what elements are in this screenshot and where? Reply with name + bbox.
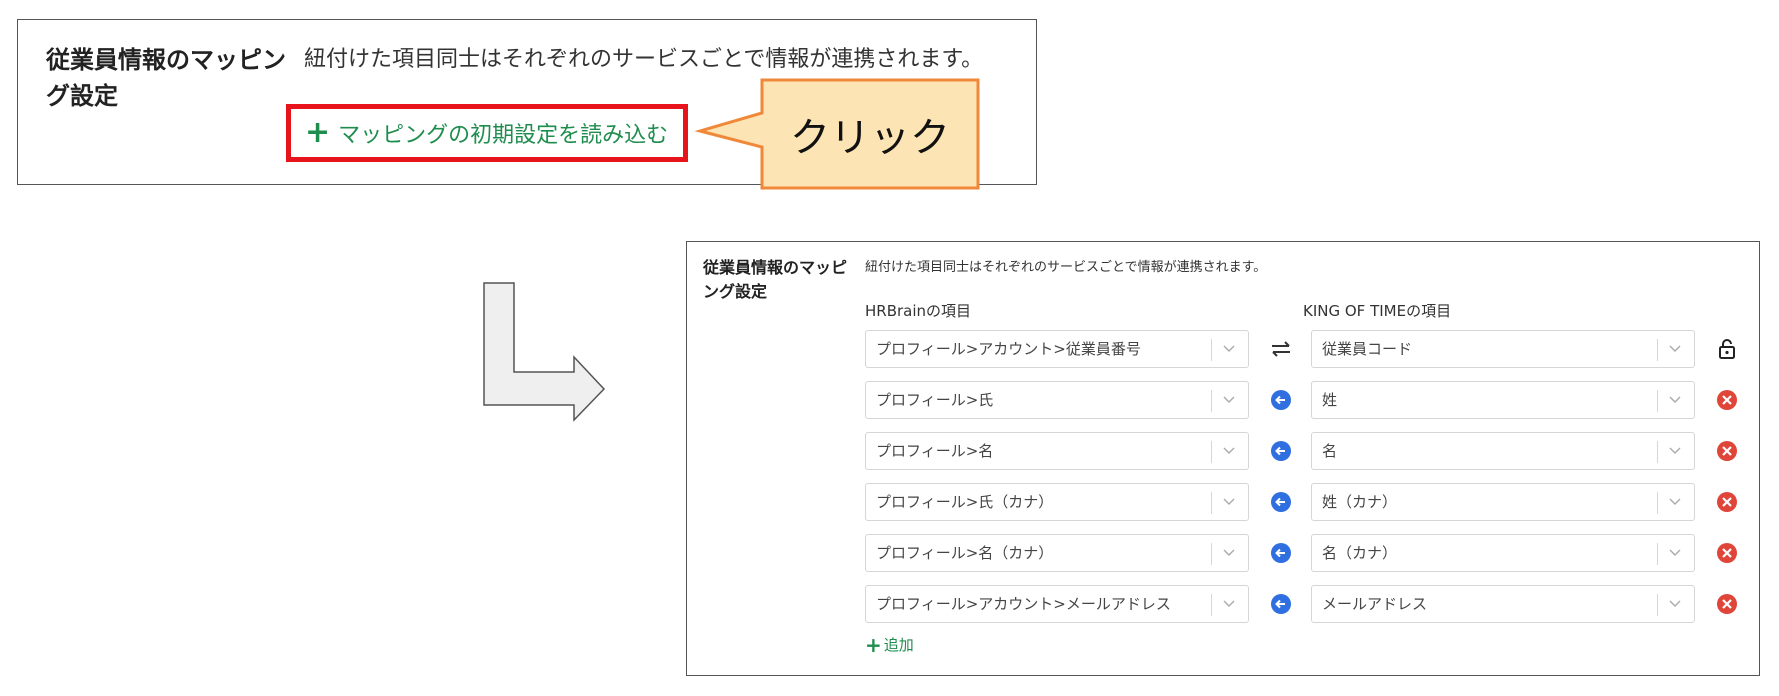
mapping-row: プロフィール>氏 姓 <box>865 381 1745 419</box>
remove-circle-icon[interactable] <box>1713 381 1741 419</box>
chevron-down-icon <box>1220 535 1238 571</box>
arrow-left-circle-icon[interactable] <box>1267 534 1295 572</box>
mapping-settings-panel-bottom: 従業員情報のマッピング設定 紐付けた項目同士はそれぞれのサービスごとで情報が連携… <box>686 241 1760 676</box>
callout-text: クリック <box>790 115 950 161</box>
chevron-down-icon <box>1666 535 1684 571</box>
add-mapping-label: 追加 <box>883 636 914 654</box>
hrbrain-field-select[interactable]: プロフィール>氏 <box>865 381 1249 419</box>
kingoftime-field-select[interactable]: 姓 <box>1311 381 1695 419</box>
chevron-down-icon <box>1666 382 1684 418</box>
mapping-row: プロフィール>アカウント>従業員番号 従業員コード <box>865 330 1745 368</box>
section-title: 従業員情報のマッピング設定 <box>46 46 286 110</box>
hrbrain-field-value: プロフィール>アカウント>従業員番号 <box>876 340 1141 358</box>
lock-icon <box>1713 330 1741 368</box>
kingoftime-field-value: 姓 <box>1322 391 1338 409</box>
section-description: 紐付けた項目同士はそれぞれのサービスごとで情報が連携されます。 <box>304 47 984 72</box>
plus-icon: + <box>305 115 331 150</box>
chevron-down-icon <box>1220 331 1238 367</box>
arrow-left-circle-icon[interactable] <box>1267 585 1295 623</box>
remove-circle-icon[interactable] <box>1713 483 1741 521</box>
chevron-down-icon <box>1666 433 1684 469</box>
chevron-down-icon <box>1220 433 1238 469</box>
kingoftime-field-value: 姓（カナ） <box>1322 493 1398 511</box>
kingoftime-field-select[interactable]: 名 <box>1311 432 1695 470</box>
load-default-mapping-label: マッピングの初期設定を読み込む <box>338 123 669 148</box>
chevron-down-icon <box>1666 586 1684 622</box>
hrbrain-column-header: HRBrainの項目 <box>865 302 972 320</box>
mapping-row: プロフィール>氏（カナ） 姓（カナ） <box>865 483 1745 521</box>
add-mapping-button[interactable]: + 追加 <box>865 634 914 655</box>
mapping-row: プロフィール>アカウント>メールアドレス メールアドレス <box>865 585 1745 623</box>
arrow-left-circle-icon[interactable] <box>1267 381 1295 419</box>
plus-icon: + <box>865 632 882 657</box>
section-title: 従業員情報のマッピング設定 <box>703 258 848 301</box>
chevron-down-icon <box>1666 331 1684 367</box>
swap-arrows-icon <box>1267 330 1295 368</box>
kingoftime-field-value: 名 <box>1322 442 1338 460</box>
section-description: 紐付けた項目同士はそれぞれのサービスごとで情報が連携されます。 <box>865 260 1267 275</box>
hrbrain-field-select[interactable]: プロフィール>名 <box>865 432 1249 470</box>
kingoftime-field-value: メールアドレス <box>1322 595 1428 613</box>
hrbrain-field-select[interactable]: プロフィール>名（カナ） <box>865 534 1249 572</box>
hrbrain-field-value: プロフィール>名（カナ） <box>876 544 1054 562</box>
kingoftime-column-header: KING OF TIMEの項目 <box>1303 302 1452 320</box>
mapping-row: プロフィール>名 名 <box>865 432 1745 470</box>
hrbrain-field-select[interactable]: プロフィール>アカウント>従業員番号 <box>865 330 1249 368</box>
chevron-down-icon <box>1220 586 1238 622</box>
kingoftime-field-select[interactable]: 姓（カナ） <box>1311 483 1695 521</box>
arrow-left-circle-icon[interactable] <box>1267 432 1295 470</box>
hrbrain-field-select[interactable]: プロフィール>氏（カナ） <box>865 483 1249 521</box>
chevron-down-icon <box>1666 484 1684 520</box>
hrbrain-field-value: プロフィール>氏（カナ） <box>876 493 1054 511</box>
load-default-mapping-button[interactable]: + マッピングの初期設定を読み込む <box>286 104 688 162</box>
kingoftime-field-select[interactable]: メールアドレス <box>1311 585 1695 623</box>
hrbrain-field-select[interactable]: プロフィール>アカウント>メールアドレス <box>865 585 1249 623</box>
mapping-row: プロフィール>名（カナ） 名（カナ） <box>865 534 1745 572</box>
hrbrain-field-value: プロフィール>名 <box>876 442 994 460</box>
kingoftime-field-value: 名（カナ） <box>1322 544 1398 562</box>
kingoftime-field-value: 従業員コード <box>1322 340 1413 358</box>
hrbrain-field-value: プロフィール>アカウント>メールアドレス <box>876 595 1171 613</box>
kingoftime-field-select[interactable]: 名（カナ） <box>1311 534 1695 572</box>
chevron-down-icon <box>1220 484 1238 520</box>
kingoftime-field-select[interactable]: 従業員コード <box>1311 330 1695 368</box>
chevron-down-icon <box>1220 382 1238 418</box>
remove-circle-icon[interactable] <box>1713 534 1741 572</box>
arrow-left-circle-icon[interactable] <box>1267 483 1295 521</box>
remove-circle-icon[interactable] <box>1713 585 1741 623</box>
remove-circle-icon[interactable] <box>1713 432 1741 470</box>
hrbrain-field-value: プロフィール>氏 <box>876 391 994 409</box>
